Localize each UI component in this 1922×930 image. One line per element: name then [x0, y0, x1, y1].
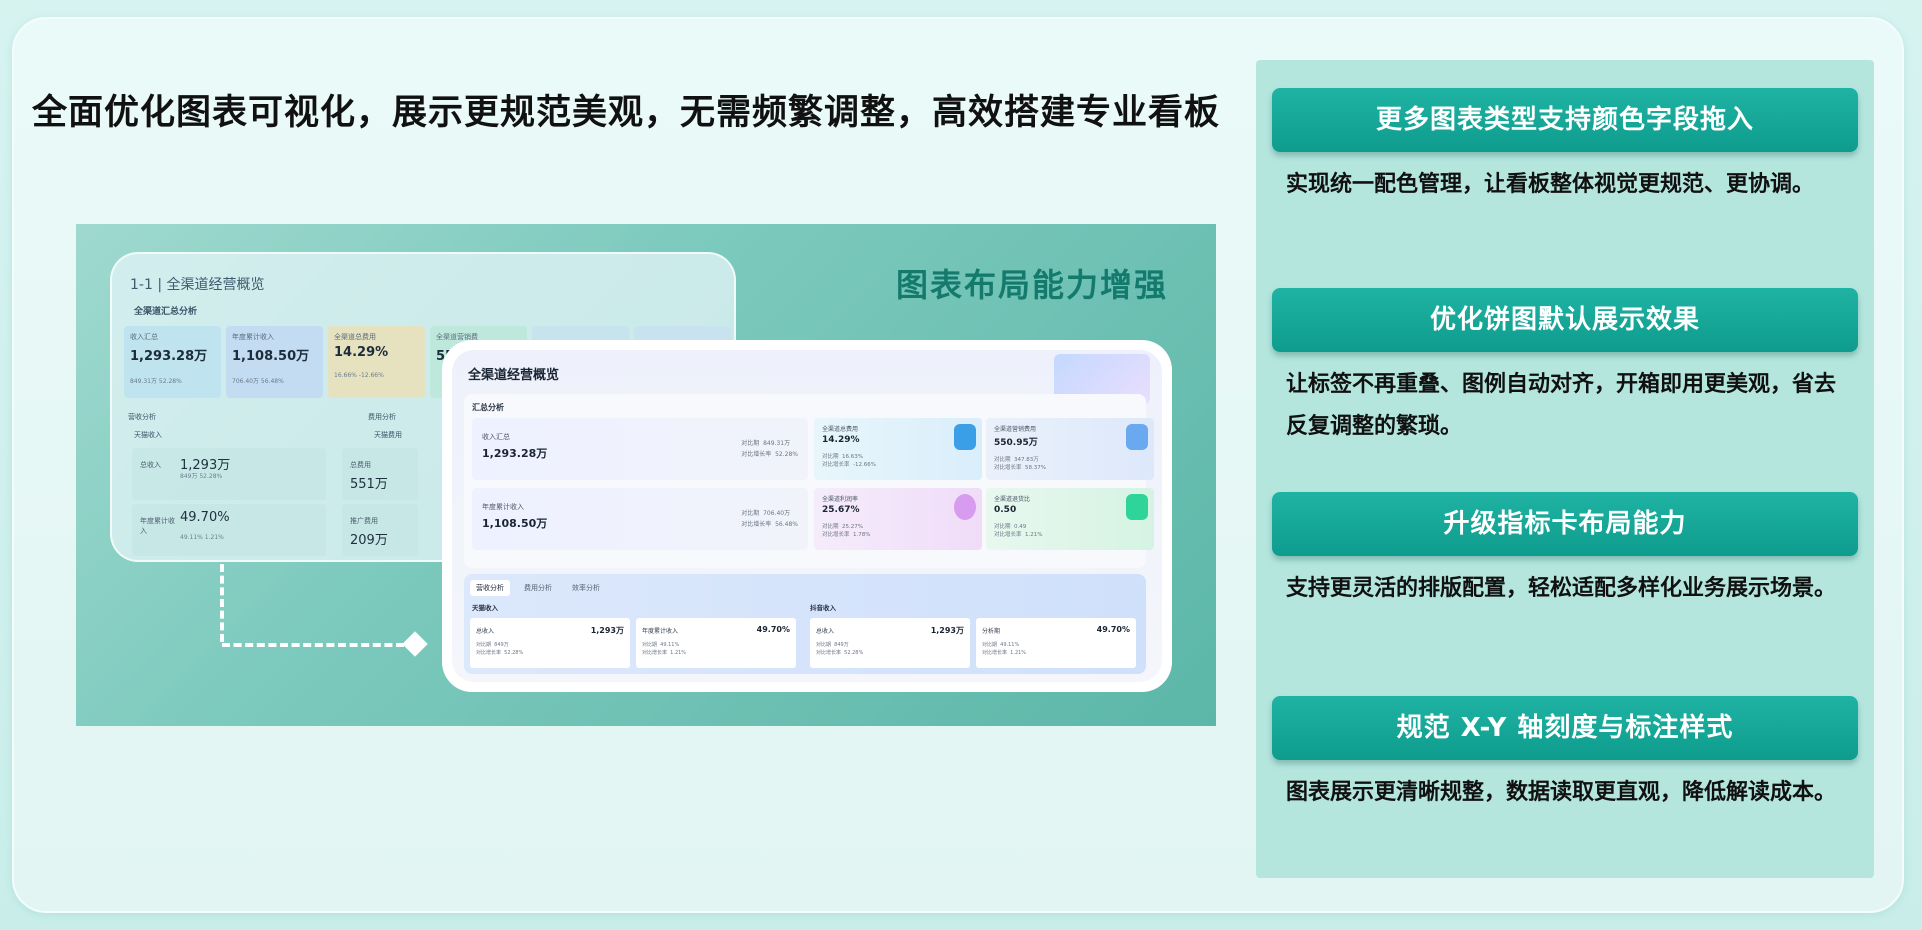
hexagon-icon [1126, 494, 1148, 520]
back-group-right: 天猫费用 [374, 431, 402, 439]
back-kpi: 全渠道总费用 14.29% 16.66% -12.66% [328, 326, 425, 398]
feature-title: 规范 X-Y 轴刻度与标注样式 [1272, 696, 1858, 760]
feature-description: 图表展示更清晰规整，数据读取更直观，降低解读成本。 [1286, 780, 1837, 805]
kpi-card: 全渠道利润率 25.67% 对比期 25.27% 对比增长率 1.78% [814, 488, 982, 550]
metric-card: 总收入 1,293万 对比期 849万 对比增长率 52.28% [810, 618, 970, 668]
page-headline: 全面优化图表可视化，展示更规范美观，无需频繁调整，高效搭建专业看板 [32, 93, 1221, 133]
back-section-right: 费用分析 [368, 413, 396, 421]
kpi-card: 全渠道总费用 14.29% 对比期 16.63% 对比增长率 -12.66% [814, 418, 982, 480]
analysis-tabs: 营收分析 费用分析 效率分析 天猫收入 抖音收入 总收入 1,293万 对比期 … [464, 574, 1146, 674]
metric-card: 年度累计收入 49.70% 对比期 49.11% 对比增长率 1.21% [636, 618, 796, 668]
feature-description: 支持更灵活的排版配置，轻松适配多样化业务展示场景。 [1286, 576, 1837, 601]
group-label: 抖音收入 [810, 604, 836, 612]
metric-card: 分析期 49.70% 对比期 49.11% 对比增长率 1.21% [976, 618, 1136, 668]
feature-item: 更多图表类型支持颜色字段拖入 实现统一配色管理，让看板整体视觉更规范、更协调。 [1272, 88, 1858, 206]
preview-title: 图表布局能力增强 [895, 266, 1168, 304]
tab-efficiency[interactable]: 效率分析 [566, 580, 606, 596]
cube-icon [1126, 424, 1148, 450]
feature-description: 让标签不再重叠、图例自动对齐，开箱即用更美观，省去反复调整的繁琐。 [1286, 372, 1837, 439]
group-label: 天猫收入 [472, 604, 498, 612]
cube-icon [954, 424, 976, 450]
back-card-title: 1-1 | 全渠道经营概览 [130, 277, 265, 293]
back-kpi: 年度累计收入 1,108.50万 706.40万 56.48% [226, 326, 323, 398]
feature-title: 优化饼图默认展示效果 [1272, 288, 1858, 352]
back-section-left: 营收分析 [128, 413, 156, 421]
front-dashboard-card: 全渠道经营概览 汇总分析 收入汇总 1,293.28万 对比期 849.31万 … [442, 340, 1172, 692]
feature-item: 升级指标卡布局能力 支持更灵活的排版配置，轻松适配多样化业务展示场景。 [1272, 492, 1858, 610]
back-row: 年度累计收入49.70% 49.11% 1.21% [132, 504, 326, 556]
kpi-card: 全渠道营销费用 550.95万 对比期 347.83万 对比增长率 58.37% [986, 418, 1154, 480]
feature-title: 更多图表类型支持颜色字段拖入 [1272, 88, 1858, 152]
feature-item: 规范 X-Y 轴刻度与标注样式 图表展示更清晰规整，数据读取更直观，降低解读成本… [1272, 696, 1858, 814]
feature-title: 升级指标卡布局能力 [1272, 492, 1858, 556]
tab-revenue[interactable]: 营收分析 [470, 580, 510, 596]
back-group-left: 天猫收入 [134, 431, 162, 439]
back-kpi: 收入汇总 1,293.28万 849.31万 52.28% [124, 326, 221, 398]
back-row: 总收入 1,293万 849万 52.28% [132, 448, 326, 500]
metric-card: 总收入 1,293万 对比期 849万 对比增长率 52.28% [470, 618, 630, 668]
kpi-card: 年度累计收入 1,108.50万 对比期 706.40万 对比增长率 56.48… [472, 488, 808, 550]
kpi-card: 收入汇总 1,293.28万 对比期 849.31万 对比增长率 52.28% [472, 418, 808, 480]
tab-cost[interactable]: 费用分析 [518, 580, 558, 596]
summary-section: 汇总分析 收入汇总 1,293.28万 对比期 849.31万 对比增长率 52… [464, 394, 1154, 568]
back-row: 推广费用209万 [342, 504, 418, 556]
preview-illustration: 图表布局能力增强 1-1 | 全渠道经营概览 全渠道汇总分析 收入汇总 1,29… [76, 224, 1216, 726]
back-card-subtitle: 全渠道汇总分析 [134, 307, 198, 317]
connector-diamond-icon [402, 631, 428, 657]
summary-section-title: 汇总分析 [472, 403, 504, 412]
sphere-icon [954, 494, 976, 520]
feature-item: 优化饼图默认展示效果 让标签不再重叠、图例自动对齐，开箱即用更美观，省去反复调整… [1272, 288, 1858, 448]
kpi-card: 全渠道退货比 0.50 对比期 0.49 对比增长率 1.21% [986, 488, 1154, 550]
front-card-title: 全渠道经营概览 [468, 368, 560, 383]
connector-dashed-line [220, 564, 224, 642]
connector-dashed-line [222, 643, 404, 647]
feature-panel: 更多图表类型支持颜色字段拖入 实现统一配色管理，让看板整体视觉更规范、更协调。 … [1256, 60, 1874, 878]
feature-description: 实现统一配色管理，让看板整体视觉更规范、更协调。 [1286, 172, 1815, 197]
back-row: 总费用551万 [342, 448, 418, 500]
